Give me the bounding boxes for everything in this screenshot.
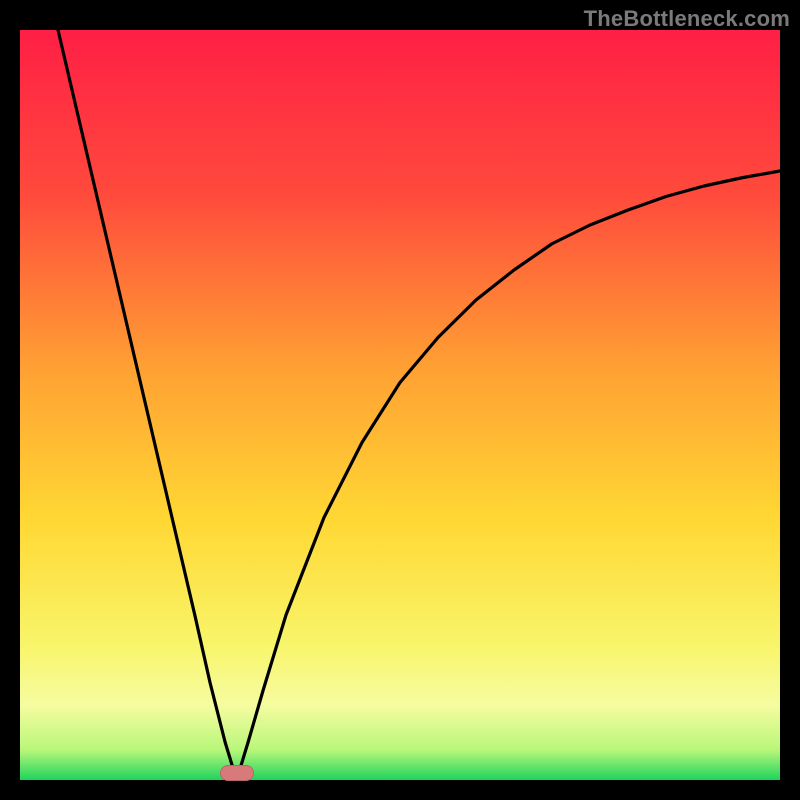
gradient-background [20,30,780,780]
watermark-text: TheBottleneck.com [584,6,790,32]
plot-area [20,30,780,780]
chart-frame: TheBottleneck.com [0,0,800,800]
vertex-marker [220,765,254,781]
chart-svg [20,30,780,780]
